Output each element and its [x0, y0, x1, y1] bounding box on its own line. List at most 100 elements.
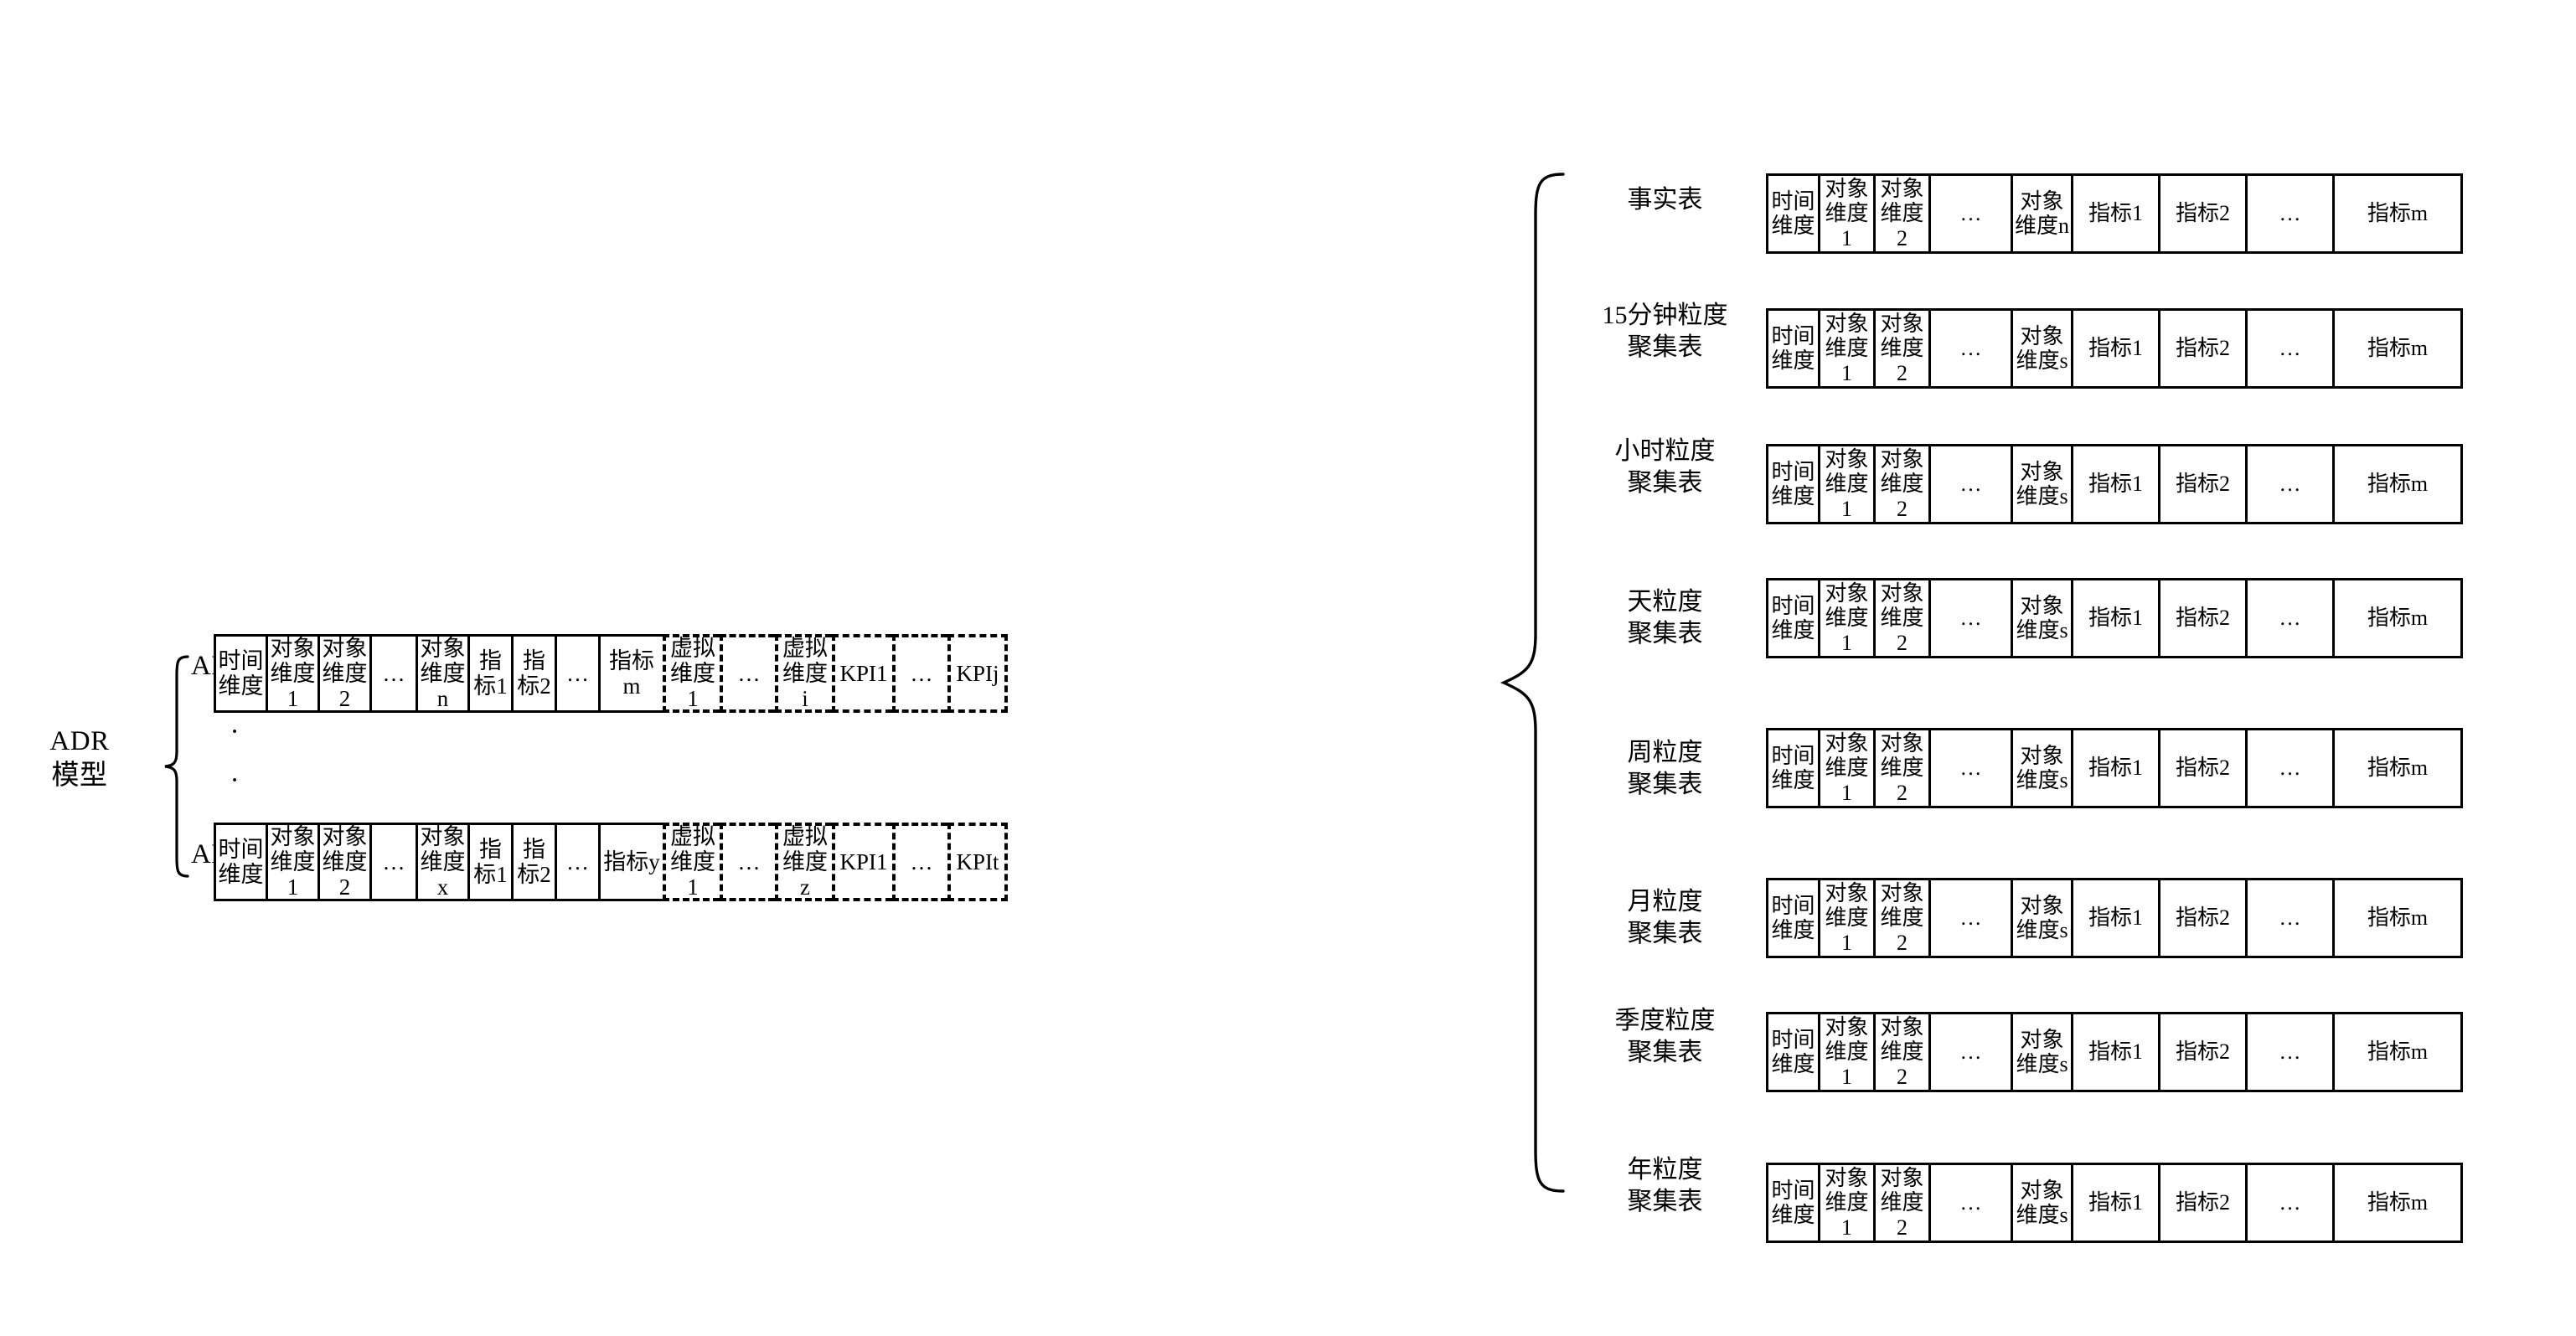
table-row-15min: 时间 维度 对象 维度1 对象 维度2 … 对象 维度s 指标1 指标2 … 指…: [1766, 308, 2463, 389]
day-cell-metric-gap: …: [2245, 578, 2332, 658]
adrk-cell-virtual-dim-1: 虚拟 维度1: [663, 823, 720, 901]
hour-cell-object-dim-gap: …: [1928, 444, 2011, 524]
min15-cell-metric-m: 指标m: [2332, 308, 2463, 389]
adrk-cell-kpi-gap: …: [892, 823, 947, 901]
adrk-cell-object-dim-2: 对象 维度2: [317, 823, 369, 901]
table-row-fact: 时间 维度 对象 维度1 对象 维度2 … 对象 维度n 指标1 指标2 … 指…: [1766, 173, 2463, 254]
fact-cell-metric-gap: …: [2245, 173, 2332, 254]
month-cell-object-dim-s: 对象 维度s: [2011, 878, 2071, 958]
day-cell-object-dim-s: 对象 维度s: [2011, 578, 2071, 658]
month-cell-metric-m: 指标m: [2332, 878, 2463, 958]
hour-cell-object-dim-2: 对象 维度2: [1873, 444, 1928, 524]
adrk-cell-virtual-dim-gap: …: [720, 823, 775, 901]
min15-cell-object-dim-gap: …: [1928, 308, 2011, 389]
adr1-cell-metric-1: 指标1: [467, 634, 511, 713]
adrk-cell-kpi-1: KPI1: [832, 823, 892, 901]
day-cell-object-dim-1: 对象 维度1: [1818, 578, 1873, 658]
fact-cell-time-dimension: 时间 维度: [1766, 173, 1818, 254]
quarter-cell-object-dim-1: 对象 维度1: [1818, 1012, 1873, 1092]
fact-cell-metric-1: 指标1: [2071, 173, 2158, 254]
hour-cell-object-dim-1: 对象 维度1: [1818, 444, 1873, 524]
adr1-cell-virtual-dim-1: 虚拟 维度1: [663, 634, 720, 713]
adr1-cell-kpi-j: KPIj: [947, 634, 1008, 713]
adr1-cell-virtual-dim-i: 虚拟 维度i: [775, 634, 832, 713]
adr-model-label: ADR 模型: [49, 726, 110, 792]
adr1-cell-metric-2: 指标2: [511, 634, 555, 713]
adr1-cell-metric-m: 指标m: [598, 634, 663, 713]
year-cell-metric-m: 指标m: [2332, 1163, 2463, 1243]
table-row-day: 时间 维度 对象 维度1 对象 维度2 … 对象 维度s 指标1 指标2 … 指…: [1766, 578, 2463, 658]
quarter-cell-object-dim-2: 对象 维度2: [1873, 1012, 1928, 1092]
fact-cell-object-dim-gap: …: [1928, 173, 2011, 254]
adr1-cell-object-dim-gap: …: [369, 634, 416, 713]
week-cell-object-dim-2: 对象 维度2: [1873, 728, 1928, 808]
week-cell-object-dim-s: 对象 维度s: [2011, 728, 2071, 808]
adrk-cell-metric-2: 指标2: [511, 823, 555, 901]
quarter-cell-metric-1: 指标1: [2071, 1012, 2158, 1092]
diagram-canvas: ADR 模型 ADR1 ADRk · · · 时间 维度 对象 维度1 对象 维…: [0, 0, 2576, 1336]
quarter-cell-metric-2: 指标2: [2158, 1012, 2245, 1092]
adr1-cell-kpi-1: KPI1: [832, 634, 892, 713]
table-label-week: 周粒度 聚集表: [1627, 739, 1703, 798]
day-cell-metric-2: 指标2: [2158, 578, 2245, 658]
quarter-cell-object-dim-gap: …: [1928, 1012, 2011, 1092]
quarter-cell-metric-gap: …: [2245, 1012, 2332, 1092]
adr1-cell-object-dim-2: 对象 维度2: [317, 634, 369, 713]
hour-cell-metric-2: 指标2: [2158, 444, 2245, 524]
week-cell-object-dim-gap: …: [1928, 728, 2011, 808]
week-cell-metric-1: 指标1: [2071, 728, 2158, 808]
year-cell-metric-gap: …: [2245, 1163, 2332, 1243]
month-cell-object-dim-2: 对象 维度2: [1873, 878, 1928, 958]
adr1-cell-virtual-dim-gap: …: [720, 634, 775, 713]
day-cell-metric-m: 指标m: [2332, 578, 2463, 658]
adrk-cell-metric-gap: …: [555, 823, 598, 901]
min15-cell-metric-1: 指标1: [2071, 308, 2158, 389]
ellipsis-dot: ·: [230, 765, 240, 796]
year-cell-object-dim-1: 对象 维度1: [1818, 1163, 1873, 1243]
week-cell-object-dim-1: 对象 维度1: [1818, 728, 1873, 808]
adr1-cell-kpi-gap: …: [892, 634, 947, 713]
table-row-year: 时间 维度 对象 维度1 对象 维度2 … 对象 维度s 指标1 指标2 … 指…: [1766, 1163, 2463, 1243]
adr1-record-strip: 时间 维度 对象 维度1 对象 维度2 … 对象 维度n 指标1 指标2 … 指…: [214, 634, 1008, 713]
table-row-week: 时间 维度 对象 维度1 对象 维度2 … 对象 维度s 指标1 指标2 … 指…: [1766, 728, 2463, 808]
adr-model-brace: [164, 655, 189, 878]
aggregation-tables-brace: [1500, 173, 1565, 1193]
min15-cell-object-dim-s: 对象 维度s: [2011, 308, 2071, 389]
table-label-hour: 小时粒度 聚集表: [1614, 437, 1716, 497]
quarter-cell-metric-m: 指标m: [2332, 1012, 2463, 1092]
adr1-cell-metric-gap: …: [555, 634, 598, 713]
quarter-cell-time-dimension: 时间 维度: [1766, 1012, 1818, 1092]
year-cell-object-dim-s: 对象 维度s: [2011, 1163, 2071, 1243]
month-cell-metric-2: 指标2: [2158, 878, 2245, 958]
adrk-cell-metric-y: 指标y: [598, 823, 663, 901]
hour-cell-metric-1: 指标1: [2071, 444, 2158, 524]
fact-cell-metric-2: 指标2: [2158, 173, 2245, 254]
adr1-cell-object-dim-1: 对象 维度1: [266, 634, 317, 713]
ellipsis-dot: ·: [230, 716, 240, 747]
adrk-record-strip: 时间 维度 对象 维度1 对象 维度2 … 对象 维度x 指标1 指标2 … 指…: [214, 823, 1008, 901]
table-row-month: 时间 维度 对象 维度1 对象 维度2 … 对象 维度s 指标1 指标2 … 指…: [1766, 878, 2463, 958]
year-cell-object-dim-gap: …: [1928, 1163, 2011, 1243]
day-cell-object-dim-gap: …: [1928, 578, 2011, 658]
year-cell-object-dim-2: 对象 维度2: [1873, 1163, 1928, 1243]
adr1-cell-object-dim-n: 对象 维度n: [416, 634, 467, 713]
month-cell-metric-gap: …: [2245, 878, 2332, 958]
month-cell-object-dim-gap: …: [1928, 878, 2011, 958]
table-label-day: 天粒度 聚集表: [1627, 588, 1703, 647]
fact-cell-object-dim-2: 对象 维度2: [1873, 173, 1928, 254]
hour-cell-time-dimension: 时间 维度: [1766, 444, 1818, 524]
min15-cell-metric-2: 指标2: [2158, 308, 2245, 389]
table-label-month: 月粒度 聚集表: [1627, 888, 1703, 947]
year-cell-time-dimension: 时间 维度: [1766, 1163, 1818, 1243]
day-cell-metric-1: 指标1: [2071, 578, 2158, 658]
month-cell-time-dimension: 时间 维度: [1766, 878, 1818, 958]
table-row-hour: 时间 维度 对象 维度1 对象 维度2 … 对象 维度s 指标1 指标2 … 指…: [1766, 444, 2463, 524]
adrk-cell-object-dim-x: 对象 维度x: [416, 823, 467, 901]
table-label-15min: 15分钟粒度 聚集表: [1602, 302, 1728, 361]
day-cell-object-dim-2: 对象 维度2: [1873, 578, 1928, 658]
quarter-cell-object-dim-s: 对象 维度s: [2011, 1012, 2071, 1092]
min15-cell-metric-gap: …: [2245, 308, 2332, 389]
week-cell-metric-m: 指标m: [2332, 728, 2463, 808]
hour-cell-metric-gap: …: [2245, 444, 2332, 524]
fact-cell-object-dim-n: 对象 维度n: [2011, 173, 2071, 254]
